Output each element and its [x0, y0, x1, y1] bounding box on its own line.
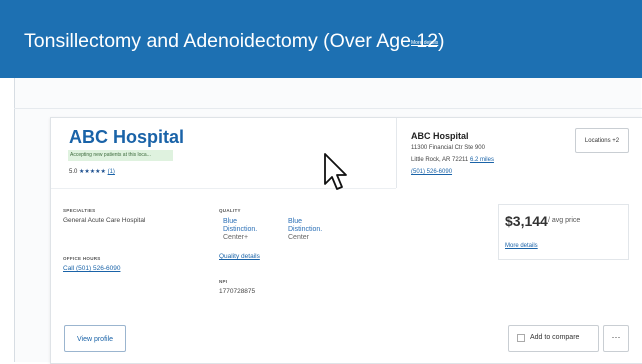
address-line: 11300 Financial Ctr Ste 900 [411, 145, 485, 151]
blue-distinction-center-plus-logo: Blue Distinction. Center+ [223, 218, 258, 241]
specialties-value: General Acute Care Hospital [63, 217, 146, 224]
call-phone-link[interactable]: Call (501) 526-6090 [63, 265, 120, 272]
rating-value: 5.0 [69, 169, 78, 175]
view-profile-button[interactable]: View profile [64, 325, 126, 352]
add-to-compare-label: Add to compare [530, 334, 580, 341]
price-more-details-link[interactable]: More details [505, 243, 538, 249]
office-hours-label: OFFICE HOURS [63, 256, 101, 261]
blue-distinction-center-logo: Blue Distinction. Center [288, 218, 323, 241]
phone-link[interactable]: (501) 526-6090 [411, 169, 452, 175]
city-state-zip: Little Rock, AR 72211 [411, 157, 469, 163]
toolbar-divider [14, 108, 642, 109]
more-details-link[interactable]: More details [411, 40, 438, 46]
quality-details-link[interactable]: Quality details [219, 253, 260, 260]
avg-price-unit: / avg price [548, 217, 581, 224]
hospital-name-link[interactable]: ABC Hospital [69, 127, 184, 148]
avg-price: $3,144 [505, 213, 548, 229]
page-title: Tonsillectomy and Adenoidectomy (Over Ag… [24, 30, 445, 52]
vertical-divider [396, 118, 397, 188]
address-city: Little Rock, AR 72211 6.2 miles [411, 157, 494, 163]
page-header: Tonsillectomy and Adenoidectomy (Over Ag… [0, 0, 642, 78]
compare-checkbox[interactable] [517, 334, 525, 342]
specialties-label: SPECIALTIES [63, 208, 96, 213]
address-hospital-name: ABC Hospital [411, 131, 469, 141]
more-options-button[interactable]: ⋯ [603, 325, 629, 352]
npi-value: 1770728875 [219, 288, 256, 295]
rating: 5.0 ★★★★★ (1) [69, 168, 115, 175]
rating-stars-icon: ★★★★★ [79, 169, 106, 175]
accepting-patients-badge: Accepting new patients at this loca... [68, 150, 173, 161]
distance-link[interactable]: 6.2 miles [470, 157, 494, 163]
npi-label: NPI [219, 279, 228, 284]
review-count-link[interactable]: (1) [108, 169, 115, 175]
mouse-pointer-icon [324, 153, 347, 190]
locations-button[interactable]: Locations +2 [575, 128, 629, 153]
quality-label: QUALITY [219, 208, 241, 213]
